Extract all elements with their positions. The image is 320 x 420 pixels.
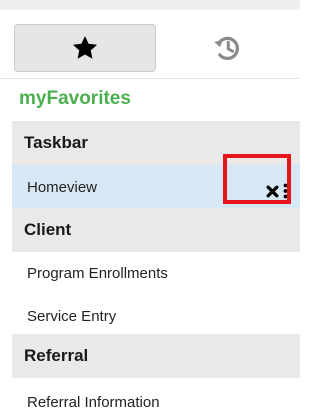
favorites-panel: myFavorites Taskbar Homeview Client Prog… (0, 0, 300, 420)
close-icon[interactable] (266, 185, 279, 198)
icon-tab-bar (0, 10, 300, 79)
favorite-item-label: Program Enrollments (27, 264, 168, 282)
history-icon (214, 36, 239, 60)
more-vertical-icon[interactable] (283, 183, 288, 199)
favorite-item-label: Service Entry (27, 307, 117, 325)
favorite-item-service-entry[interactable]: Service Entry (12, 294, 300, 338)
favorite-item-referral-information[interactable]: Referral Information (12, 380, 300, 420)
favorite-item-label: Referral Information (27, 393, 160, 411)
item-actions (266, 183, 288, 199)
star-icon (72, 36, 98, 59)
section-header-referral: Referral (12, 334, 300, 378)
tab-favorites[interactable] (14, 24, 156, 72)
section-header-taskbar: Taskbar (12, 121, 300, 165)
page-title: myFavorites (19, 88, 131, 109)
section-header-client: Client (12, 208, 300, 252)
tab-history[interactable] (156, 24, 298, 72)
top-strip (0, 0, 300, 10)
favorite-item-program-enrollments[interactable]: Program Enrollments (12, 251, 300, 295)
favorite-item-label: Homeview (27, 178, 98, 196)
favorite-item-homeview[interactable]: Homeview (12, 165, 300, 209)
